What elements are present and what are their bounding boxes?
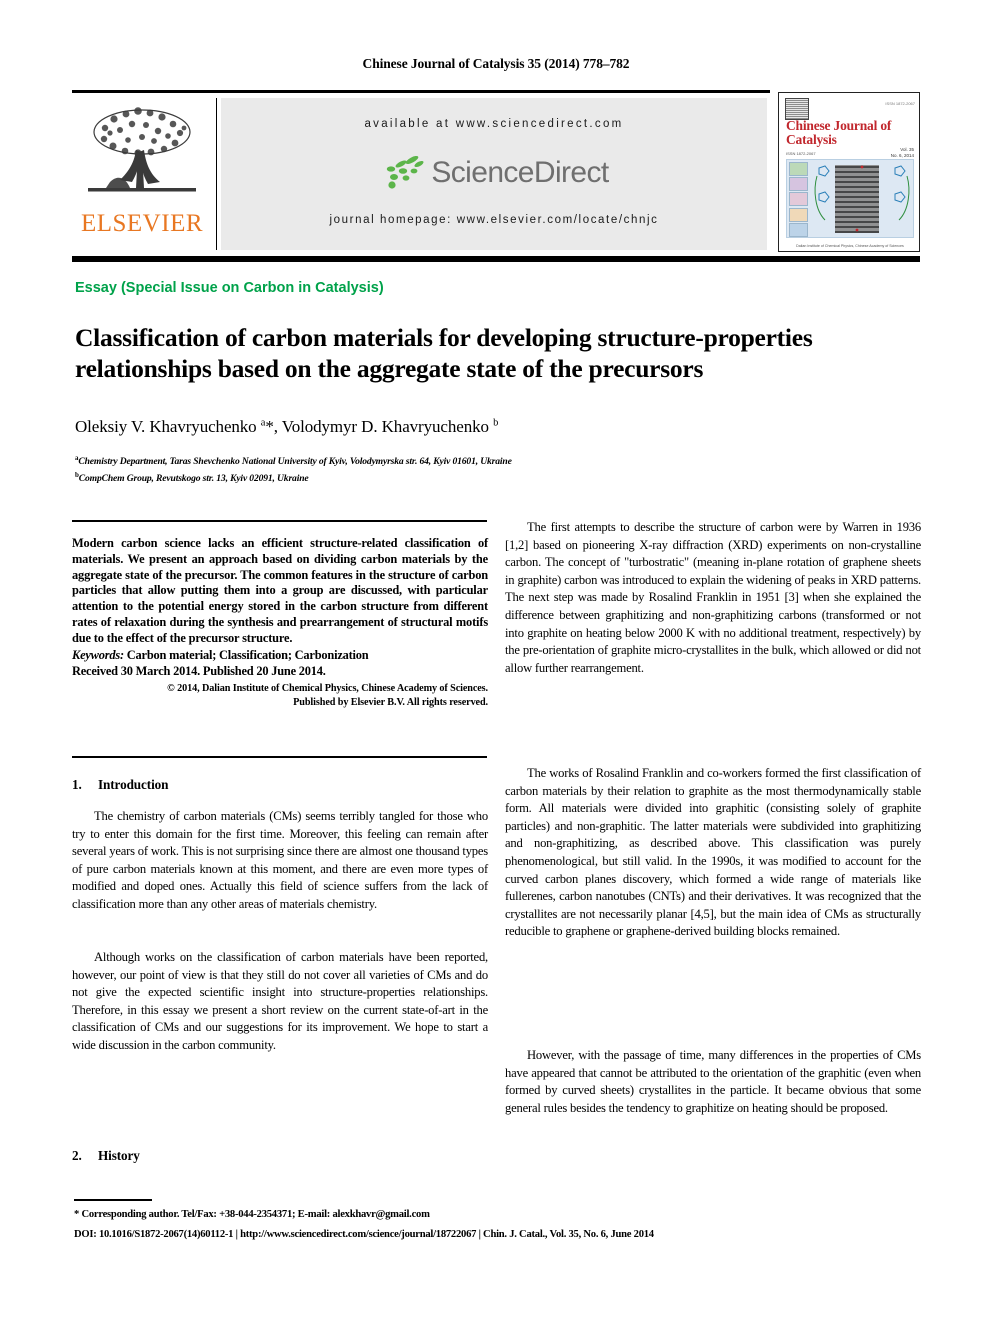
paragraph-history-1: The first attempts to describe the struc… (505, 520, 921, 675)
publisher-logo-block: ELSEVIER (72, 98, 217, 250)
masthead: ELSEVIER available at www.sciencedirect.… (72, 92, 920, 252)
cover-top-right-text: ISSN 1872-2067 (885, 101, 915, 106)
paragraph-history-3: However, with the passage of time, many … (505, 1048, 921, 1115)
page-title: Classification of carbon materials for d… (75, 323, 813, 384)
publisher-name: ELSEVIER (80, 210, 204, 237)
sciencedirect-logo[interactable]: ScienceDirect (221, 150, 767, 200)
corresponding-author-note: * Corresponding author. Tel/Fax: +38-044… (74, 1209, 430, 1220)
affiliation-item: aChemistry Department, Taras Shevchenko … (75, 454, 512, 468)
abstract-bottom-rule (72, 756, 487, 758)
section-number: 1. (72, 777, 82, 792)
author-list: Oleksiy V. Khavryuchenko a*, Volodymyr D… (75, 417, 499, 436)
section-title: History (98, 1148, 140, 1163)
affiliation-text: Chemistry Department, Taras Shevchenko N… (78, 456, 512, 468)
sciencedirect-leaf-icon (387, 155, 424, 189)
section-number: 2. (72, 1148, 82, 1163)
running-head: Chinese Journal of Catalysis 35 (2014) 7… (362, 56, 630, 71)
journal-cover-thumbnail: ISSN 1872-2067 Chinese Journal of Cataly… (778, 92, 920, 252)
cover-top-bar: ISSN 1872-2067 (785, 98, 915, 120)
copyright-line-2: Published by Elsevier B.V. All rights re… (293, 696, 488, 708)
cover-issn-text: ISSN 1872-2067 (786, 151, 816, 156)
paragraph-intro-2: Although works on the classification of … (72, 950, 488, 1052)
article-page: Chinese Journal of Catalysis 35 (2014) 7… (0, 0, 992, 1323)
copyright-line-1: © 2014, Dalian Institute of Chemical Phy… (167, 682, 488, 694)
cover-thumbnail-strip (789, 162, 808, 237)
section-heading-introduction: 1. Introduction (72, 777, 168, 793)
footnote-rule (74, 1199, 152, 1201)
received-published-line: Received 30 March 2014. Published 20 Jun… (72, 663, 326, 678)
copyright-block: © 2014, Dalian Institute of Chemical Phy… (72, 682, 488, 710)
abstract-text: Modern carbon science lacks an efficient… (72, 536, 488, 645)
affiliation-item: bCompChem Group, Revutskogo str. 13, Kyi… (75, 470, 309, 484)
keywords-line: Keywords: Carbon material; Classificatio… (72, 648, 488, 663)
cover-footer-text: Dalian Institute of Chemical Physics, Ch… (796, 244, 904, 248)
section-heading-history: 2. History (72, 1148, 140, 1164)
cover-artwork (786, 159, 914, 238)
available-at-text: available at www.sciencedirect.com (364, 118, 624, 130)
cover-scheme-icon (814, 165, 910, 232)
paragraph-history-2: The works of Rosalind Franklin and co-wo… (505, 766, 921, 939)
sciencedirect-panel: available at www.sciencedirect.com Scien… (221, 98, 767, 250)
journal-homepage-text: journal homepage: www.elsevier.com/locat… (329, 214, 659, 226)
article-category-label: Essay (Special Issue on Carbon in Cataly… (75, 280, 384, 296)
affiliation-list: aChemistry Department, Taras Shevchenko … (75, 452, 905, 485)
cover-issue-text: Vol. 35 No. 6, 2014 (890, 147, 914, 158)
cover-journal-title: Chinese Journal of Catalysis (786, 118, 892, 147)
left-column: Modern carbon science lacks an efficient… (72, 536, 488, 1163)
elsevier-tree-icon (88, 107, 196, 192)
affiliation-text: CompChem Group, Revutskogo str. 13, Kyiv… (78, 472, 309, 484)
abstract-top-rule (72, 520, 487, 522)
doi-line: DOI: 10.1016/S1872-2067(14)60112-1 | htt… (74, 1229, 654, 1240)
paragraph-intro-1: The chemistry of carbon materials (CMs) … (72, 809, 488, 911)
sciencedirect-wordmark: ScienceDirect (431, 156, 609, 189)
masthead-bottom-rule (72, 256, 920, 262)
keywords-label: Keywords: (72, 647, 124, 662)
keywords-value: Carbon material; Classification; Carboni… (123, 647, 369, 662)
section-title: Introduction (98, 777, 169, 792)
cover-emblem-icon (785, 98, 809, 120)
